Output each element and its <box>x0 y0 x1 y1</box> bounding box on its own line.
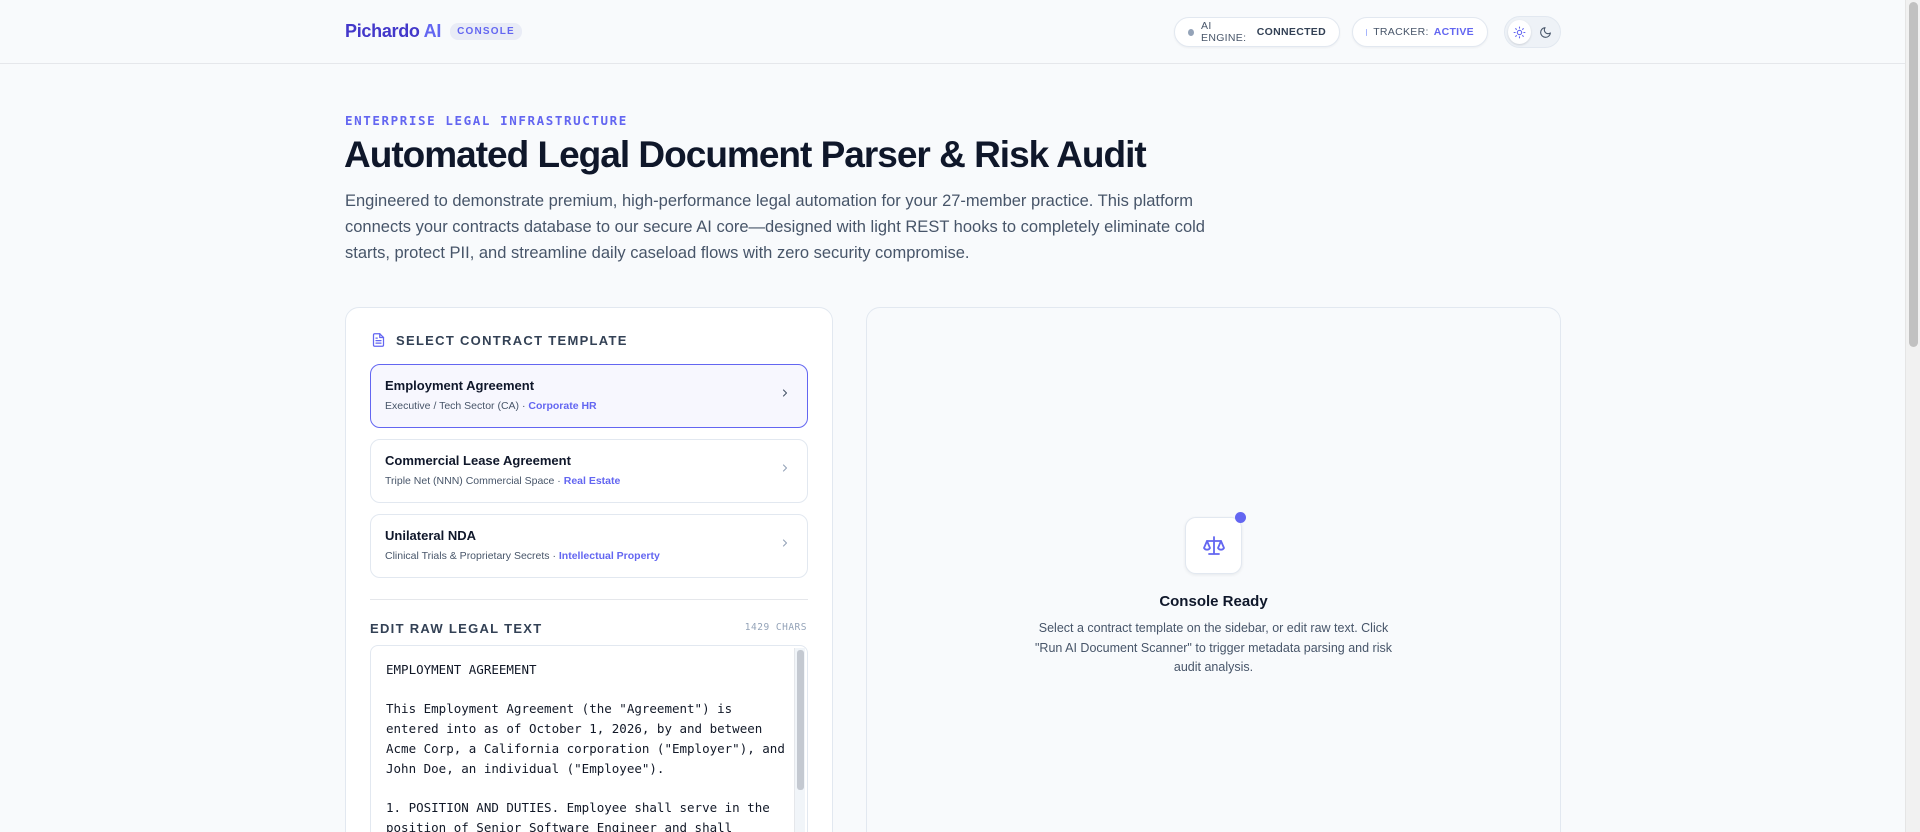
ai-engine-label: AI ENGINE: <box>1201 20 1247 44</box>
template-subtitle: Triple Net (NNN) Commercial Space · Real… <box>385 475 621 487</box>
tracker-status: TRACKER: ACTIVE <box>1352 17 1488 47</box>
template-category: Intellectual Property <box>558 550 660 562</box>
template-card-nda[interactable]: Unilateral NDA Clinical Trials & Proprie… <box>370 514 808 578</box>
page-title: Automated Legal Document Parser & Risk A… <box>344 134 1147 175</box>
editor-section-title: EDIT RAW LEGAL TEXT <box>370 621 543 636</box>
status-dot-icon <box>1188 28 1195 36</box>
console-badge: CONSOLE <box>450 23 522 40</box>
chevron-right-icon <box>782 539 788 547</box>
document-icon <box>372 333 385 347</box>
console-icon-tile <box>1185 517 1242 574</box>
page-scrollbar-thumb[interactable] <box>1909 2 1918 347</box>
legal-text-editor[interactable]: EMPLOYMENT AGREEMENT This Employment Agr… <box>370 645 808 832</box>
template-subtitle: Clinical Trials & Proprietary Secrets · … <box>385 550 660 562</box>
ai-engine-value: CONNECTED <box>1256 26 1326 38</box>
scale-balance-icon <box>1202 535 1225 555</box>
section-divider <box>370 599 808 600</box>
brand-logo[interactable]: Pichardo AI CONSOLE <box>345 21 522 42</box>
template-card-commercial-lease[interactable]: Commercial Lease Agreement Triple Net (N… <box>370 439 808 503</box>
sun-icon <box>1513 26 1526 38</box>
template-title: Employment Agreement <box>385 378 535 393</box>
page-scrollbar[interactable] <box>1905 0 1920 832</box>
hero-eyebrow: ENTERPRISE LEGAL INFRASTRUCTURE <box>345 113 628 128</box>
status-indicator-dot <box>1235 512 1246 523</box>
template-section-header: SELECT CONTRACT TEMPLATE <box>371 332 628 348</box>
console-ready-title: Console Ready <box>1159 593 1268 610</box>
theme-toggle[interactable] <box>1504 16 1561 48</box>
template-sidebar: SELECT CONTRACT TEMPLATE Employment Agre… <box>345 307 833 832</box>
editor-scrollbar[interactable] <box>794 648 805 832</box>
tracker-label: TRACKER: <box>1373 26 1429 38</box>
template-section-title: SELECT CONTRACT TEMPLATE <box>396 332 628 348</box>
template-category: Corporate HR <box>528 400 597 412</box>
template-title: Unilateral NDA <box>385 528 477 543</box>
dark-theme-button[interactable] <box>1534 20 1557 44</box>
char-count: 1429 CHARS <box>744 622 807 633</box>
hero-description: Engineered to demonstrate premium, high-… <box>345 192 1205 262</box>
top-navigation-bar: Pichardo AI CONSOLE AI ENGINE: CONNECTED… <box>0 0 1905 64</box>
tracker-value: ACTIVE <box>1433 26 1474 38</box>
template-card-employment[interactable]: Employment Agreement Executive / Tech Se… <box>370 364 808 428</box>
console-output-panel: Console Ready Select a contract template… <box>866 307 1561 832</box>
chevron-right-icon <box>782 389 788 397</box>
light-theme-button[interactable] <box>1508 20 1531 44</box>
editor-scrollbar-thumb[interactable] <box>797 650 804 790</box>
brand-name: Pichardo AI <box>345 21 442 41</box>
chevron-right-icon <box>782 464 788 472</box>
legal-text-content[interactable]: EMPLOYMENT AGREEMENT This Employment Agr… <box>386 660 786 832</box>
moon-icon <box>1540 26 1551 38</box>
console-ready-description: Select a contract template on the sideba… <box>1035 621 1392 674</box>
template-title: Commercial Lease Agreement <box>385 453 571 468</box>
template-subtitle: Executive / Tech Sector (CA) · Corporate… <box>385 400 597 412</box>
ai-engine-status: AI ENGINE: CONNECTED <box>1174 17 1340 47</box>
template-category: Real Estate <box>563 475 621 487</box>
